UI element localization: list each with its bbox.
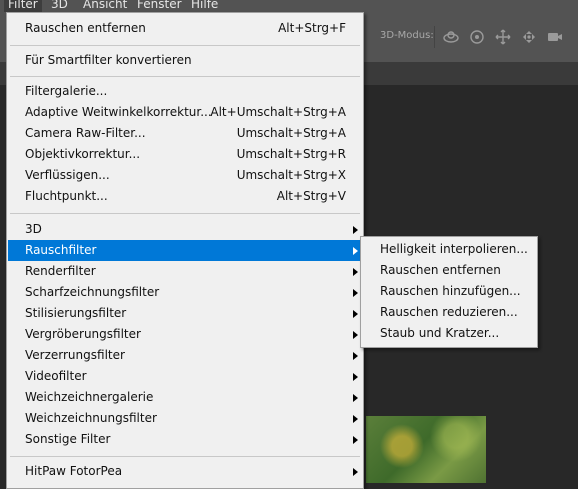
menu-item-shortcut: Umschalt+Strg+A	[236, 126, 346, 140]
menu-item-3d[interactable]: 3D	[8, 219, 362, 240]
menu-item-adaptive-weitwinkel[interactable]: Adaptive Weitwinkelkorrektur... Alt+Umsc…	[8, 102, 362, 123]
submenu-arrow-icon	[353, 415, 358, 423]
menu-separator	[10, 456, 360, 457]
menu-item-label: Scharfzeichnungsfilter	[25, 285, 160, 299]
menu-item-label: Weichzeichnungsfilter	[25, 411, 157, 425]
menu-item-label: Rauschen entfernen	[25, 21, 146, 35]
menu-item-scharfzeichnungsfilter[interactable]: Scharfzeichnungsfilter	[8, 282, 362, 303]
menubar-fenster[interactable]: Fenster	[133, 0, 186, 12]
filter-menu: Rauschen entfernen Alt+Strg+F Für Smartf…	[6, 12, 364, 489]
menu-item-label: Weichzeichnergalerie	[25, 390, 154, 404]
menu-item-label: Rauschfilter	[25, 243, 97, 257]
menu-separator	[10, 213, 360, 214]
menu-item-hitpaw-fotorpea[interactable]: HitPaw FotorPea	[8, 461, 362, 482]
menu-item-weichzeichnungsfilter[interactable]: Weichzeichnungsfilter	[8, 408, 362, 429]
menubar-hilfe[interactable]: Hilfe	[187, 0, 222, 12]
menu-item-label: Verzerrungsfilter	[25, 348, 125, 362]
menu-item-smartfilter[interactable]: Für Smartfilter konvertieren	[8, 50, 362, 71]
submenu-item-label: Rauschen reduzieren...	[380, 305, 518, 319]
submenu-arrow-icon	[353, 373, 358, 381]
roll-icon[interactable]	[468, 28, 486, 46]
menu-item-stilisierungsfilter[interactable]: Stilisierungsfilter	[8, 303, 362, 324]
submenu-arrow-icon	[353, 394, 358, 402]
menubar-ansicht[interactable]: Ansicht	[79, 0, 131, 12]
submenu-arrow-icon	[353, 468, 358, 476]
submenu-item-rauschen-reduzieren[interactable]: Rauschen reduzieren...	[362, 302, 536, 323]
menu-item-fluchtpunkt[interactable]: Fluchtpunkt... Alt+Strg+V	[8, 186, 362, 207]
menu-item-label: Verflüssigen...	[25, 168, 110, 182]
menu-item-rauschen-entfernen[interactable]: Rauschen entfernen Alt+Strg+F	[8, 18, 362, 39]
submenu-arrow-icon	[353, 352, 358, 360]
menu-item-camera-raw[interactable]: Camera Raw-Filter... Umschalt+Strg+A	[8, 123, 362, 144]
menu-item-sonstige-filter[interactable]: Sonstige Filter	[8, 429, 362, 450]
menubar-filter[interactable]: Filter	[4, 0, 42, 12]
menubar-3d[interactable]: 3D	[47, 0, 72, 12]
submenu-item-label: Staub und Kratzer...	[380, 326, 500, 340]
menu-item-label: Renderfilter	[25, 264, 96, 278]
menu-item-label: Objektivkorrektur...	[25, 147, 141, 161]
menu-separator	[10, 45, 360, 46]
menu-item-shortcut: Alt+Strg+V	[276, 189, 346, 203]
menu-item-shortcut: Alt+Umschalt+Strg+A	[210, 105, 346, 119]
submenu-arrow-icon	[353, 436, 358, 444]
menu-item-videofilter[interactable]: Videofilter	[8, 366, 362, 387]
slide-icon[interactable]	[520, 28, 538, 46]
menu-item-shortcut: Umschalt+Strg+X	[236, 168, 346, 182]
canvas-image	[366, 416, 486, 483]
menu-item-label: Vergröberungsfilter	[25, 327, 141, 341]
menu-bar: Filter 3D Ansicht Fenster Hilfe	[0, 0, 578, 12]
menu-item-vergroeberungsfilter[interactable]: Vergröberungsfilter	[8, 324, 362, 345]
menu-item-label: Adaptive Weitwinkelkorrektur...	[25, 105, 212, 119]
menu-item-label: 3D	[25, 222, 42, 236]
submenu-arrow-icon	[353, 247, 358, 255]
menu-item-objektivkorrektur[interactable]: Objektivkorrektur... Umschalt+Strg+R	[8, 144, 362, 165]
camera-icon[interactable]	[546, 28, 564, 46]
submenu-arrow-icon	[353, 268, 358, 276]
menu-item-filtergalerie[interactable]: Filtergalerie...	[8, 81, 362, 102]
menu-item-rauschfilter[interactable]: Rauschfilter	[8, 240, 362, 261]
submenu-arrow-icon	[353, 331, 358, 339]
menu-item-label: Camera Raw-Filter...	[25, 126, 146, 140]
submenu-arrow-icon	[353, 310, 358, 318]
pan-icon[interactable]	[494, 28, 512, 46]
submenu-item-helligkeit-interpolieren[interactable]: Helligkeit interpolieren...	[362, 239, 536, 260]
submenu-item-rauschen-entfernen[interactable]: Rauschen entfernen	[362, 260, 536, 281]
menu-item-weichzeichnergalerie[interactable]: Weichzeichnergalerie	[8, 387, 362, 408]
menu-item-label: Fluchtpunkt...	[25, 189, 108, 203]
menu-item-label: Filtergalerie...	[25, 84, 108, 98]
submenu-arrow-icon	[353, 289, 358, 297]
menu-item-label: Sonstige Filter	[25, 432, 111, 446]
menu-item-label: HitPaw FotorPea	[25, 464, 123, 478]
options-divider	[434, 26, 435, 48]
menu-item-renderfilter[interactable]: Renderfilter	[8, 261, 362, 282]
menu-separator	[10, 76, 360, 77]
menu-item-label: Videofilter	[25, 369, 87, 383]
submenu-item-staub-und-kratzer[interactable]: Staub und Kratzer...	[362, 323, 536, 344]
menu-item-verfluessigen[interactable]: Verflüssigen... Umschalt+Strg+X	[8, 165, 362, 186]
menu-item-shortcut: Umschalt+Strg+R	[236, 147, 346, 161]
3d-mode-label: 3D-Modus:	[380, 30, 434, 41]
menu-item-verzerrungsfilter[interactable]: Verzerrungsfilter	[8, 345, 362, 366]
submenu-item-label: Helligkeit interpolieren...	[380, 242, 528, 256]
menu-item-label: Für Smartfilter konvertieren	[25, 53, 192, 67]
orbit-icon[interactable]	[442, 28, 460, 46]
menu-item-label: Stilisierungsfilter	[25, 306, 127, 320]
menu-item-shortcut: Alt+Strg+F	[278, 21, 346, 35]
submenu-item-label: Rauschen hinzufügen...	[380, 284, 521, 298]
submenu-arrow-icon	[353, 226, 358, 234]
submenu-item-label: Rauschen entfernen	[380, 263, 501, 277]
submenu-item-rauschen-hinzufuegen[interactable]: Rauschen hinzufügen...	[362, 281, 536, 302]
rauschfilter-submenu: Helligkeit interpolieren... Rauschen ent…	[360, 236, 538, 348]
